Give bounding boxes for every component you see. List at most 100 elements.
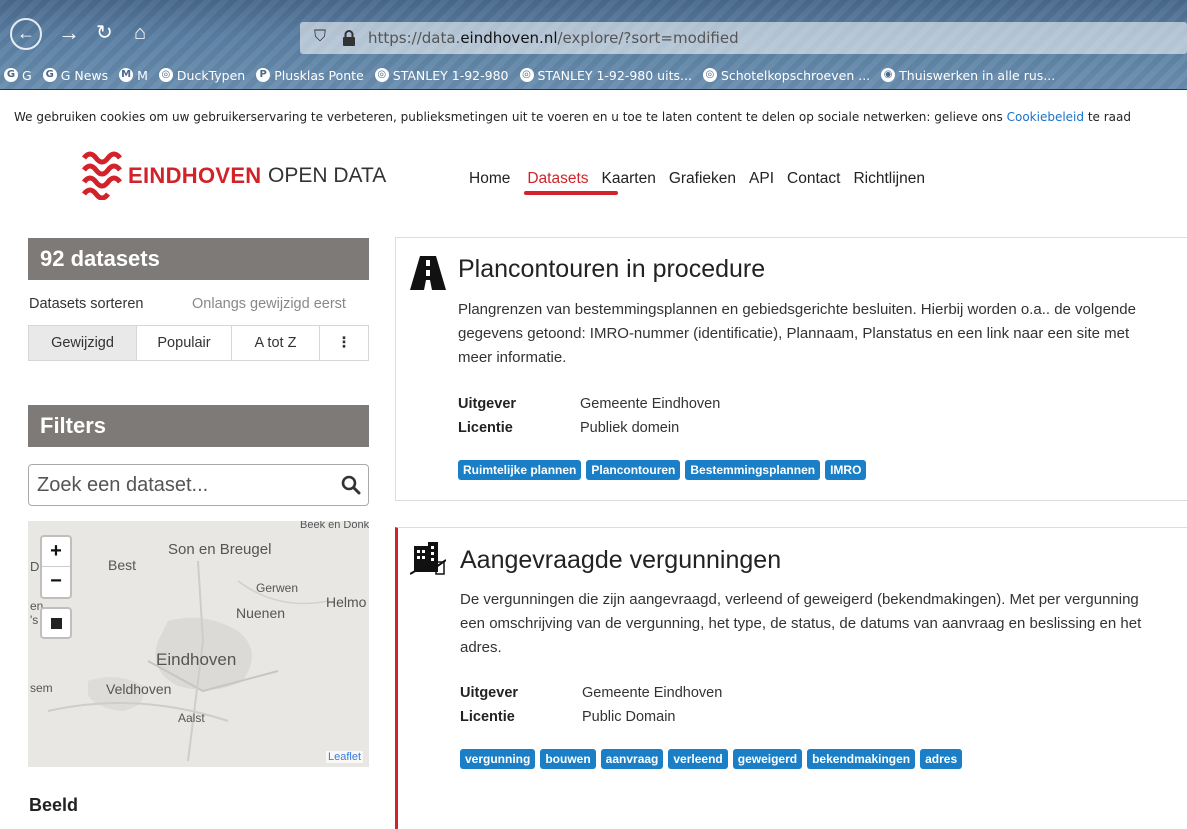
publisher-value: Gemeente Eindhoven [582, 685, 723, 701]
home-icon[interactable]: ⌂ [134, 22, 146, 44]
road-icon [410, 256, 446, 290]
globe-icon: ◎ [702, 68, 717, 82]
map-place-label: Beek en Donk [300, 521, 369, 531]
cookie-policy-link[interactable]: Cookiebeleid [1007, 110, 1084, 124]
map-place-label: Best [108, 557, 137, 573]
filter-section-beeld[interactable]: Beeld [29, 795, 78, 816]
map-place-label: sem [30, 681, 53, 695]
nav-contact[interactable]: Contact [787, 170, 840, 188]
forward-button[interactable]: → [58, 22, 80, 44]
map-place-label: Helmo [326, 594, 367, 610]
tag[interactable]: aanvraag [600, 749, 664, 769]
sort-tab-a-tot-z[interactable]: A tot Z [232, 326, 320, 360]
shield-icon[interactable]: ⛉ [314, 28, 326, 46]
map-place-label: Aalst [178, 711, 205, 725]
sort-current-value: Onlangs gewijzigd eerst [192, 296, 346, 312]
sort-tab-populair[interactable]: Populair [137, 326, 232, 360]
sort-label: Datasets sorteren [29, 296, 144, 312]
google-news-icon: G [42, 68, 57, 82]
tag[interactable]: bekendmakingen [807, 749, 916, 769]
map-place-label: 's [30, 613, 39, 627]
nav-api[interactable]: API [749, 170, 774, 188]
map-place-label: Veldhoven [106, 681, 172, 697]
buildings-icon [410, 542, 446, 575]
license-value: Public Domain [582, 709, 676, 725]
tag-list: Ruimtelijke plannen Plancontouren Bestem… [458, 460, 867, 480]
tag-list: vergunning bouwen aanvraag verleend gewe… [460, 749, 963, 769]
dataset-count-header: 92 datasets [28, 238, 369, 280]
nav-home[interactable]: Home [469, 170, 510, 188]
dataset-description: De vergunningen die zijn aangevraagd, ve… [460, 591, 1142, 656]
logo-title[interactable]: EINDHOVEN [128, 163, 262, 189]
tag[interactable]: bouwen [540, 749, 596, 769]
dataset-title[interactable]: Aangevraagde vergunningen [460, 546, 781, 575]
search-icon[interactable] [341, 475, 361, 495]
more-options-icon[interactable]: ⋮ [320, 326, 368, 360]
nav-richtlijnen[interactable]: Richtlijnen [853, 170, 925, 188]
thuiswerken-icon: ◉ [881, 68, 896, 82]
sort-tabs: Gewijzigd Populair A tot Z ⋮ [28, 325, 369, 361]
publisher-value: Gemeente Eindhoven [580, 396, 721, 412]
filters-header: Filters [28, 405, 369, 447]
bookmark-item[interactable]: ◎ DuckTypen [158, 68, 245, 83]
bookmark-item[interactable]: GG [4, 68, 32, 83]
dataset-description: Plangrenzen van bestemmingsplannen en ge… [458, 301, 1136, 366]
globe-icon: ◎ [158, 68, 173, 82]
dataset-card[interactable]: Aangevraagde vergunningen De vergunninge… [395, 527, 1187, 829]
license-value: Publiek domein [580, 420, 680, 436]
map-draw-button[interactable] [40, 607, 72, 639]
tag[interactable]: Bestemmingsplannen [685, 460, 821, 480]
dataset-title[interactable]: Plancontouren in procedure [458, 255, 765, 284]
bookmark-item[interactable]: MM [119, 68, 148, 83]
map-zoom-control: + − [40, 535, 72, 599]
square-icon [51, 618, 62, 629]
map-place-label: Gerwen [256, 581, 299, 595]
browser-toolbar: ← → ↻ ⌂ ⛉ https://data.eindhoven.nl/expl… [0, 0, 1187, 90]
tag[interactable]: IMRO [825, 460, 867, 480]
nav-kaarten[interactable]: Kaarten [602, 170, 656, 188]
leaflet-attribution[interactable]: Leaflet [325, 751, 363, 763]
back-button[interactable]: ← [10, 18, 42, 50]
publisher-label: Uitgever [460, 685, 519, 701]
tag[interactable]: vergunning [460, 749, 536, 769]
eindhoven-logo-icon[interactable] [80, 148, 124, 200]
map-place-label: Son en Breugel [168, 541, 272, 558]
bookmark-item[interactable]: ◎ STANLEY 1-92-980 [374, 68, 509, 83]
main-nav: Home Datasets Kaarten Grafieken API Cont… [469, 170, 938, 188]
publisher-label: Uitgever [458, 396, 517, 412]
tag[interactable]: Ruimtelijke plannen [458, 460, 582, 480]
bookmarks-bar: GG GG News MM ◎ DuckTypen P Plusklas Ponte… [0, 62, 1187, 88]
nav-datasets[interactable]: Datasets [527, 170, 588, 188]
address-bar[interactable]: ⛉ https://data.eindhoven.nl/explore/?sor… [300, 22, 1187, 54]
lock-icon[interactable] [342, 30, 356, 46]
url-text: https://data.eindhoven.nl/explore/?sort=… [368, 29, 739, 47]
dataset-search [28, 464, 369, 506]
bookmark-item[interactable]: ◎ STANLEY 1-92-980 uits... [519, 68, 692, 83]
bookmark-item[interactable]: GG News [42, 68, 108, 83]
tag[interactable]: Plancontouren [586, 460, 681, 480]
license-label: Licentie [458, 420, 513, 436]
map-widget[interactable]: Beek en Donk Son en Breugel Best Gerwen … [28, 521, 369, 767]
cookie-notice: We gebruiken cookies om uw gebruikerserv… [14, 110, 1131, 124]
plusklas-icon: P [256, 68, 271, 82]
bookmark-item[interactable]: ◎ Schotelkopschroeven ... [702, 68, 870, 83]
logo-subtitle[interactable]: OPEN DATA [268, 164, 386, 188]
search-input[interactable] [37, 470, 327, 500]
reload-button[interactable]: ↻ [96, 22, 113, 44]
tag[interactable]: geweigerd [732, 749, 803, 769]
map-place-label: Nuenen [236, 605, 286, 621]
dataset-card[interactable]: Plancontouren in procedure Plangrenzen v… [395, 237, 1187, 501]
maps-icon: M [119, 68, 134, 82]
zoom-in-button[interactable]: + [42, 537, 70, 567]
nav-grafieken[interactable]: Grafieken [669, 170, 736, 188]
zoom-out-button[interactable]: − [42, 567, 70, 597]
map-place-label: Eindhoven [156, 650, 237, 669]
google-icon: G [4, 68, 18, 82]
tag[interactable]: verleend [668, 749, 728, 769]
globe-icon: ◎ [374, 68, 389, 82]
bookmark-item[interactable]: ◉ Thuiswerken in alle rus... [881, 68, 1055, 83]
tag[interactable]: adres [920, 749, 963, 769]
sort-tab-gewijzigd[interactable]: Gewijzigd [29, 326, 137, 360]
active-nav-indicator [524, 191, 618, 195]
bookmark-item[interactable]: P Plusklas Ponte [256, 68, 364, 83]
